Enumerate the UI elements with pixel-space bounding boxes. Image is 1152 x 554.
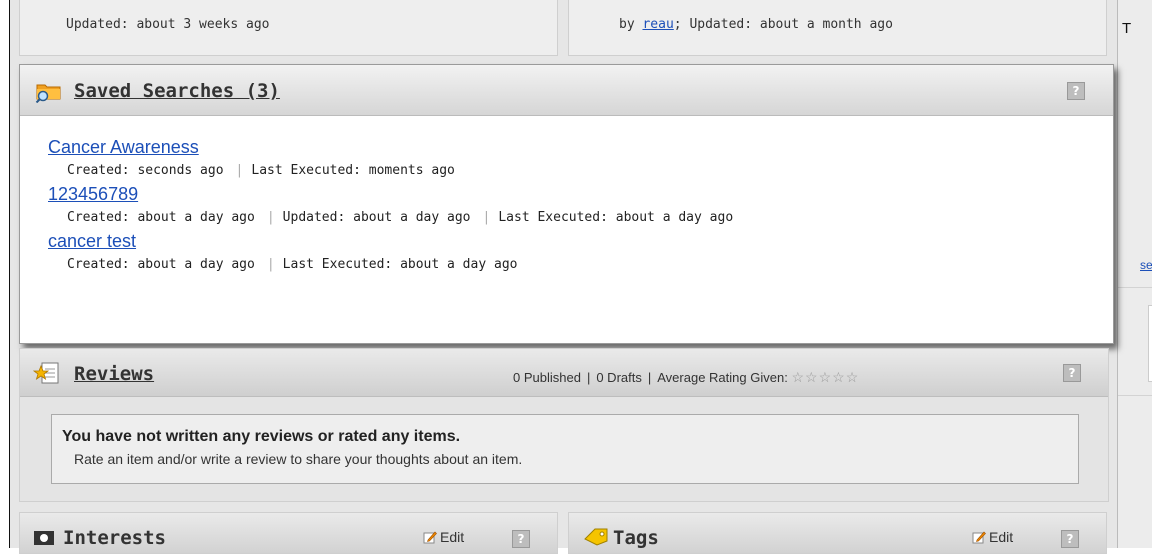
author-link[interactable]: reau [642,17,673,32]
meta-separator: | [266,210,275,225]
saved-search-item: Cancer Awareness Created: seconds ago | Las… [48,137,1113,178]
reviews-stats: 0 Published | 0 Drafts | Average Rating Give… [513,369,859,386]
stat-separator: | [586,370,591,385]
review-star-icon [33,362,59,384]
saved-search-meta: Created: about a day ago | Updated: about … [67,210,1113,225]
interests-icon [34,531,54,545]
tags-edit-button[interactable]: Edit [972,529,1013,545]
empty-reviews-heading: You have not written any reviews or rate… [62,428,461,445]
meta-value: Last Executed: moments ago [251,163,455,178]
help-icon[interactable]: ? [512,530,530,548]
meta-separator: | [482,210,491,225]
saved-searches-header: Saved Searches (3) ? [20,65,1113,116]
empty-reviews-message: Rate an item and/or write a review to sh… [74,451,523,467]
rating-star-icon: ☆ [845,369,860,385]
interests-edit-button[interactable]: Edit [423,529,464,545]
right-panel-title: T [1122,20,1132,37]
meta-value: Created: seconds ago [67,163,224,178]
rating-star-icon: ☆ [832,369,846,385]
saved-search-meta: Created: seconds ago | Last Executed: mome… [67,163,1113,178]
top-right-card: by reau; Updated: about a month ago [568,0,1107,56]
reviews-panel: Reviews 0 Published | 0 Drafts | Average Rat… [19,348,1109,502]
edit-label: Edit [440,529,465,545]
folder-search-icon [35,84,61,103]
top-left-card: Updated: about 3 weeks ago [19,0,558,56]
right-panel: T se [1117,0,1152,548]
edit-pencil-icon [423,531,437,544]
meta-value: Created: about a day ago [67,257,255,272]
updated-meta: ; Updated: about a month ago [673,17,893,32]
rating-star-icon: ☆ [791,369,805,385]
rating-stars: ☆☆☆☆☆ [791,369,859,385]
stat-separator: | [647,370,652,385]
by-label: by [619,17,643,32]
rating-star-icon: ☆ [805,369,819,385]
drafts-count: 0 Drafts [596,370,642,385]
rating-star-icon: ☆ [818,369,833,385]
saved-search-link[interactable]: 123456789 [48,184,138,206]
right-divider-2 [1118,395,1152,396]
right-panel-box [1148,305,1152,382]
saved-search-item: 123456789 Created: about a day ago | Update… [48,184,1113,225]
saved-searches-list: Cancer Awareness Created: seconds ago | Las… [20,116,1113,272]
saved-search-link[interactable]: cancer test [48,231,136,253]
edit-pencil-icon [972,531,986,544]
saved-searches-panel: Saved Searches (3) ? Cancer Awareness Cre… [19,64,1114,344]
interests-title: Interests [63,527,166,549]
empty-reviews-notice: You have not written any reviews or rate… [51,414,1079,484]
saved-search-item: cancer test Created: about a day ago | Last… [48,231,1113,272]
tag-icon [584,528,608,546]
reviews-header: Reviews 0 Published | 0 Drafts | Average Rat… [20,349,1108,397]
right-divider [1118,287,1152,288]
saved-searches-title[interactable]: Saved Searches (3) [74,80,280,102]
saved-search-link[interactable]: Cancer Awareness [48,137,199,159]
top-right-meta-line: by reau; Updated: about a month ago [619,17,893,32]
published-count: 0 Published [513,370,581,385]
meta-value: Last Executed: about a day ago [282,257,518,272]
meta-value: Last Executed: about a day ago [498,210,734,225]
help-icon[interactable]: ? [1063,364,1081,382]
help-icon[interactable]: ? [1067,82,1085,100]
meta-separator: | [266,257,275,272]
meta-separator: | [235,163,244,178]
right-panel-link[interactable]: se [1140,258,1152,272]
meta-value: Created: about a day ago [67,210,255,225]
reviews-title[interactable]: Reviews [74,363,154,385]
edit-label: Edit [989,529,1014,545]
tags-title: Tags [613,527,659,549]
meta-value: Updated: about a day ago [282,210,471,225]
top-left-meta: Updated: about 3 weeks ago [66,17,270,32]
saved-search-meta: Created: about a day ago | Last Executed: … [67,257,1113,272]
avg-rating-label: Average Rating Given: [657,370,788,385]
help-icon[interactable]: ? [1061,530,1079,548]
